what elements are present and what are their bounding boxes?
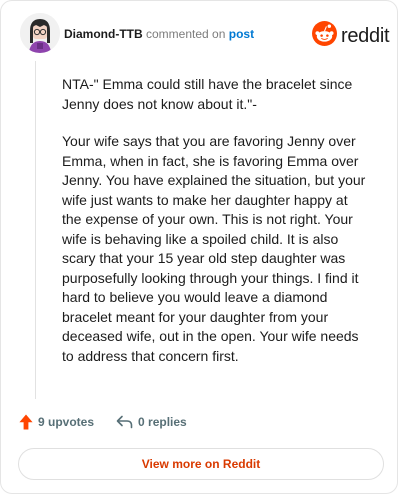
comment-action-text: commented on: [146, 27, 226, 41]
post-link[interactable]: post: [229, 27, 254, 41]
comment-paragraph: NTA-" Emma could still have the bracelet…: [62, 76, 353, 112]
reddit-wordmark: reddit: [341, 25, 390, 47]
replies-button[interactable]: 0 replies: [116, 415, 187, 429]
reply-count: 0 replies: [138, 415, 187, 429]
comment-paragraph: Your wife says that you are favoring Jen…: [62, 133, 366, 364]
reddit-logo[interactable]: reddit: [312, 21, 390, 51]
upvote-arrow-icon: [19, 414, 33, 430]
reddit-snoo-icon: [312, 21, 337, 51]
username-link[interactable]: Diamond-TTB: [64, 27, 143, 41]
comment-header: Diamond-TTB commented on post: [64, 27, 254, 41]
avatar[interactable]: [20, 13, 60, 53]
comment-actions: 9 upvotes 0 replies: [19, 414, 187, 430]
embedded-comment-card: Diamond-TTB commented on post reddit NTA…: [0, 0, 398, 494]
reply-arrow-icon: [116, 415, 133, 429]
comment-body: NTA-" Emma could still have the bracelet…: [62, 75, 367, 384]
upvote-button[interactable]: 9 upvotes: [19, 414, 94, 430]
thread-line: [35, 61, 36, 399]
view-more-button[interactable]: View more on Reddit: [18, 448, 384, 480]
upvote-count: 9 upvotes: [38, 415, 95, 429]
